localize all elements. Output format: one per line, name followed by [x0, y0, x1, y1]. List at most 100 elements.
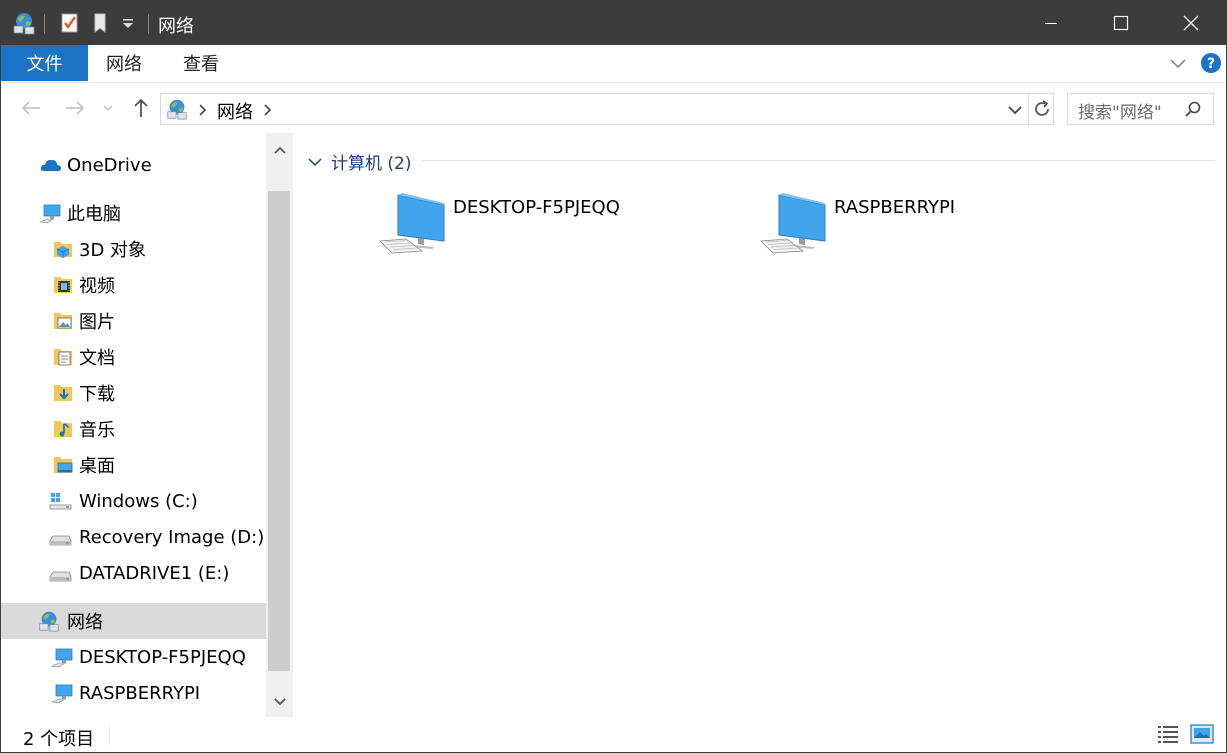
- chevron-down-icon: [308, 157, 322, 166]
- sidebar-item-label: 文档: [79, 348, 115, 369]
- up-button[interactable]: [128, 95, 154, 121]
- search-input[interactable]: 搜索"网络": [1078, 98, 1162, 123]
- computer-icon: [378, 191, 446, 261]
- network-icon: [165, 97, 189, 125]
- refresh-button[interactable]: [1032, 99, 1052, 123]
- drive-icon: [49, 528, 72, 550]
- sidebar-item-label: 下载: [79, 384, 115, 405]
- computer-icon: [50, 682, 73, 704]
- svg-text:?: ?: [1207, 56, 1215, 72]
- downloads-icon: [52, 382, 74, 404]
- computer-tile[interactable]: RASPBERRYPI: [759, 191, 1059, 261]
- breadcrumb-chevron-icon[interactable]: [262, 102, 272, 121]
- details-view-button[interactable]: [1157, 724, 1179, 748]
- refresh-icon: [1035, 100, 1049, 116]
- pictures-icon: [52, 310, 74, 332]
- windows-drive-icon: [49, 490, 72, 512]
- recent-locations-button[interactable]: [98, 95, 118, 121]
- sidebar-item-label: 视频: [79, 276, 115, 297]
- network-app-icon[interactable]: [11, 1, 37, 45]
- minimize-button[interactable]: [1016, 1, 1086, 45]
- music-icon: [52, 418, 74, 440]
- breadcrumb-network[interactable]: 网络: [217, 98, 253, 124]
- sidebar-item-datadrive-e[interactable]: DATADRIVE1 (E:): [1, 555, 266, 591]
- computer-icon: [50, 646, 73, 668]
- tab-view[interactable]: 查看: [170, 45, 232, 81]
- sidebar-scrollbar[interactable]: [266, 133, 293, 717]
- videos-icon: [52, 274, 74, 296]
- documents-icon: [52, 346, 74, 368]
- chevron-down-icon: [103, 105, 113, 111]
- group-divider: [422, 160, 1215, 161]
- tab-network[interactable]: 网络: [93, 45, 155, 81]
- sidebar-item-3d-objects[interactable]: 3D 对象: [1, 231, 266, 267]
- chevron-up-icon: [273, 146, 286, 154]
- sidebar-item-windows-c[interactable]: Windows (C:): [1, 483, 266, 519]
- 3d-objects-icon: [52, 238, 74, 260]
- sidebar-item-label: DATADRIVE1 (E:): [79, 562, 230, 584]
- maximize-icon: [1113, 15, 1129, 31]
- sidebar-item-downloads[interactable]: 下载: [1, 375, 266, 411]
- details-view-icon: [1158, 726, 1178, 743]
- chevron-down-icon: [1170, 59, 1186, 69]
- minimize-icon: [1045, 23, 1057, 24]
- sidebar-item-network[interactable]: 网络: [1, 603, 266, 639]
- close-button[interactable]: [1156, 1, 1226, 45]
- network-icon: [37, 609, 59, 632]
- search-box[interactable]: 搜索"网络": [1067, 93, 1214, 125]
- scroll-down-button[interactable]: [266, 687, 293, 717]
- group-label: 计算机 (2): [331, 154, 412, 174]
- content-pane: 计算机 (2) DESKTOP-F5PJEQQ RASPBERRYPI: [293, 133, 1226, 717]
- desktop-icon: [52, 454, 74, 476]
- title-bar: 网络: [1, 1, 1226, 45]
- sidebar-item-videos[interactable]: 视频: [1, 267, 266, 303]
- maximize-button[interactable]: [1086, 1, 1156, 45]
- breadcrumb-chevron-icon[interactable]: [197, 102, 207, 121]
- status-divider: [109, 725, 110, 745]
- large-icons-view-button[interactable]: [1190, 723, 1214, 749]
- sidebar-item-documents[interactable]: 文档: [1, 339, 266, 375]
- arrow-left-icon: [21, 101, 40, 115]
- titlebar-divider: [148, 14, 149, 34]
- sidebar-item-label: 此电脑: [67, 204, 121, 225]
- large-icons-view-icon: [1190, 724, 1214, 744]
- address-divider: [1028, 94, 1029, 124]
- computer-name: RASPBERRYPI: [834, 197, 956, 218]
- sidebar-item-desktop[interactable]: 桌面: [1, 447, 266, 483]
- properties-icon[interactable]: [59, 1, 81, 45]
- expand-ribbon-button[interactable]: [1169, 55, 1187, 75]
- drive-icon: [49, 564, 72, 586]
- tab-file[interactable]: 文件: [1, 45, 88, 81]
- search-icon[interactable]: [1184, 100, 1202, 122]
- computer-icon: [38, 202, 61, 224]
- sidebar-item-raspberrypi[interactable]: RASPBERRYPI: [1, 675, 266, 711]
- close-icon: [1183, 15, 1199, 31]
- address-bar[interactable]: 网络: [160, 93, 1054, 125]
- sidebar-item-label: 音乐: [79, 420, 115, 441]
- sidebar-item-this-pc[interactable]: 此电脑: [1, 195, 266, 231]
- back-button[interactable]: [18, 95, 44, 121]
- sidebar-item-desktop-f5pjeqq[interactable]: DESKTOP-F5PJEQQ: [1, 639, 266, 675]
- sidebar-item-label: 网络: [67, 612, 103, 633]
- computer-tile[interactable]: DESKTOP-F5PJEQQ: [378, 191, 678, 261]
- group-header-computers[interactable]: 计算机 (2): [307, 149, 411, 174]
- computer-icon: [759, 191, 827, 261]
- scroll-thumb[interactable]: [268, 191, 290, 671]
- status-bar: 2 个项目: [1, 717, 1226, 752]
- navigation-bar: 网络 搜索"网络": [1, 83, 1226, 133]
- window-title: 网络: [158, 16, 194, 37]
- sidebar-item-pictures[interactable]: 图片: [1, 303, 266, 339]
- help-icon: ?: [1201, 53, 1221, 73]
- item-count: 2 个项目: [23, 729, 95, 750]
- sidebar-item-recovery-d[interactable]: Recovery Image (D:): [1, 519, 266, 555]
- forward-button[interactable]: [62, 95, 88, 121]
- address-history-button[interactable]: [1006, 102, 1024, 121]
- sidebar-item-label: DESKTOP-F5PJEQQ: [79, 646, 246, 668]
- new-folder-icon[interactable]: [91, 1, 111, 45]
- help-button[interactable]: ?: [1200, 52, 1222, 78]
- computer-name: DESKTOP-F5PJEQQ: [453, 197, 620, 218]
- scroll-up-button[interactable]: [266, 135, 293, 165]
- sidebar-item-music[interactable]: 音乐: [1, 411, 266, 447]
- customize-toolbar-icon[interactable]: [121, 1, 135, 45]
- sidebar-item-onedrive[interactable]: OneDrive: [1, 147, 266, 183]
